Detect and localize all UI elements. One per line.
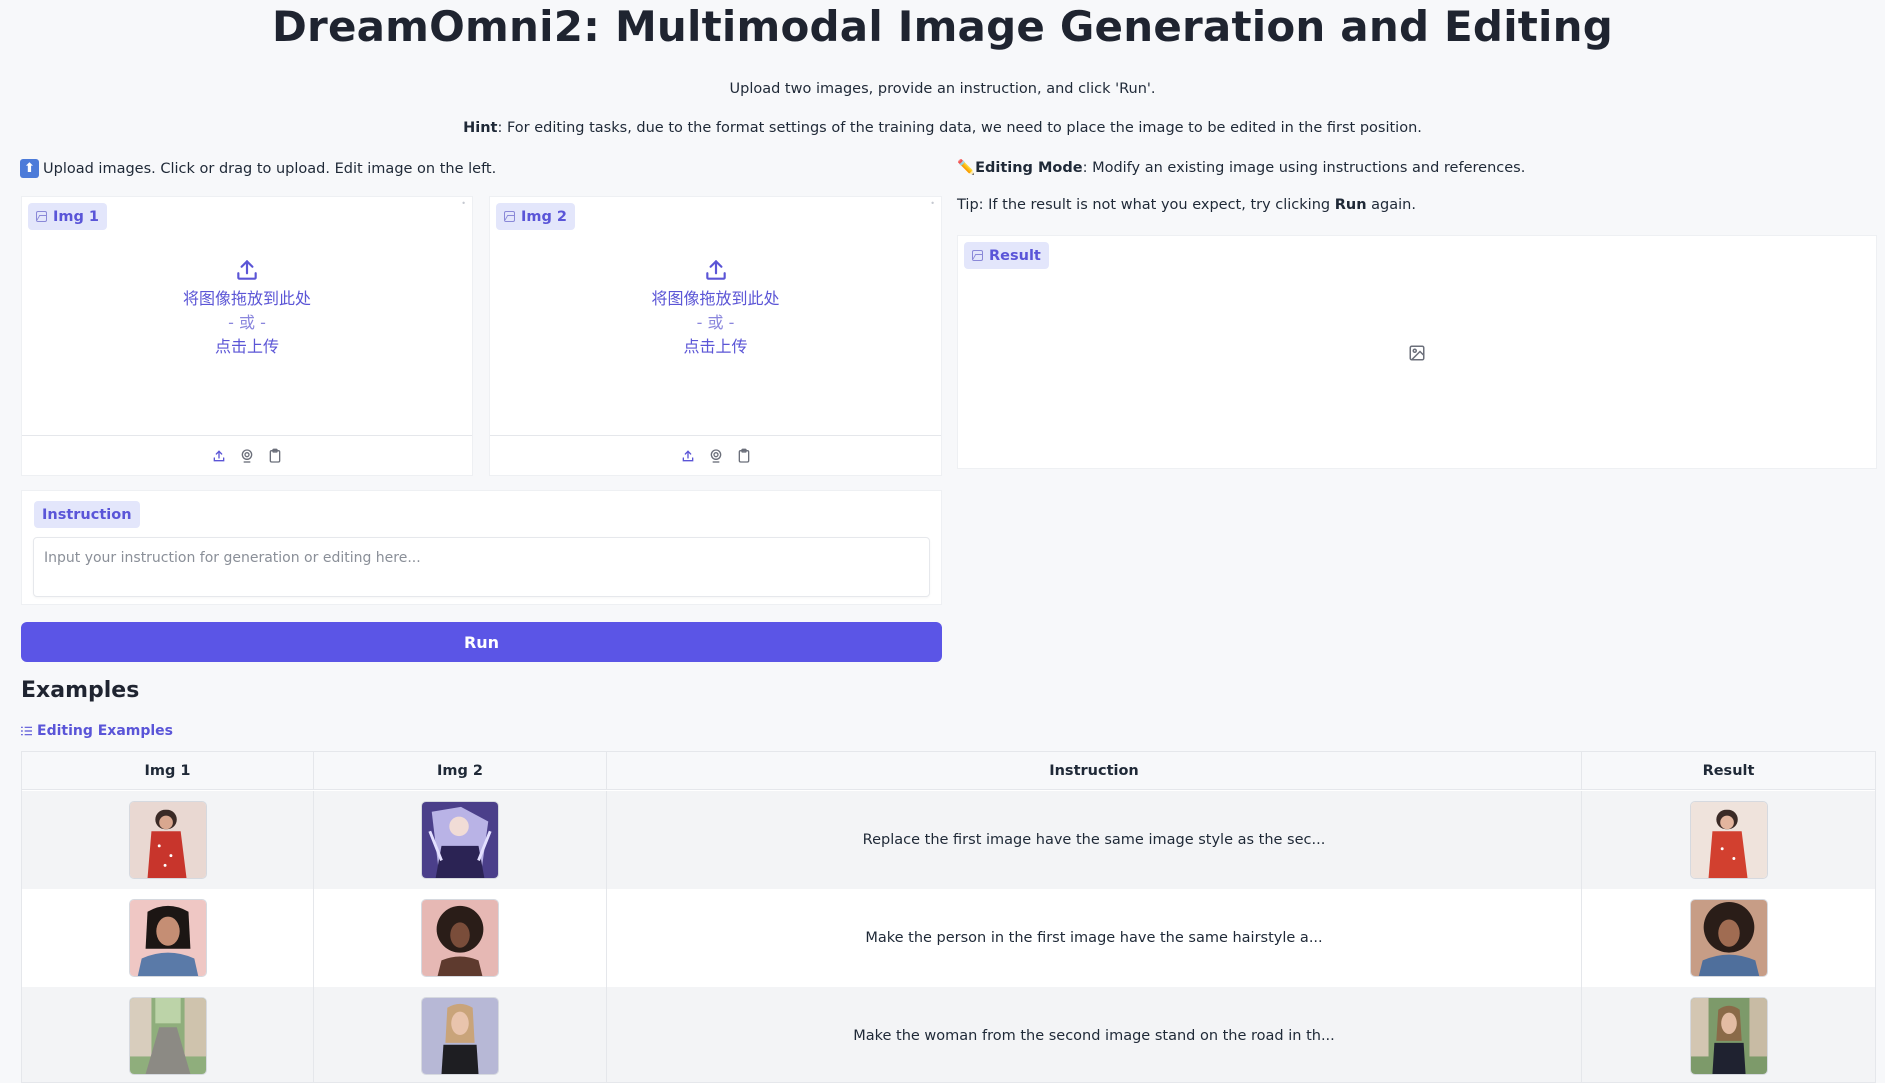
table-row[interactable]: Make the person in the first image have … [22, 889, 1875, 987]
header-img1: Img 1 [22, 752, 314, 789]
row-instruction: Replace the first image have the same im… [607, 791, 1582, 889]
instruction-input[interactable]: Input your instruction for generation or… [33, 537, 930, 597]
instruction-label: Instruction [42, 506, 132, 523]
cell-img2 [314, 791, 607, 889]
img1-upload-panel[interactable]: • Img 1 将图像拖放到此处 - 或 - 点击上传 [21, 196, 473, 476]
img2-click-text: 点击上传 [683, 337, 748, 356]
list-icon [21, 726, 32, 736]
header-img2: Img 2 [314, 752, 607, 789]
image-icon [36, 211, 47, 222]
cell-img2 [314, 889, 607, 987]
example-thumbnail [421, 997, 499, 1075]
example-thumbnail [128, 899, 207, 977]
img1-source-bar [22, 435, 472, 475]
upload-note: ⬆ Upload images. Click or drag to upload… [20, 159, 496, 178]
img2-upload-panel[interactable]: • Img 2 将图像拖放到此处 - 或 - 点击上传 [489, 196, 942, 476]
cell-img1 [22, 889, 314, 987]
webcam-icon[interactable] [239, 448, 255, 464]
result-panel: Result [957, 235, 1877, 469]
row-instruction: Make the woman from the second image sta… [607, 987, 1582, 1082]
page-title: DreamOmni2: Multimodal Image Generation … [271, 2, 1614, 51]
upload-icon[interactable] [211, 448, 227, 464]
img2-source-bar [490, 435, 941, 475]
upload-icon [705, 260, 726, 280]
editing-mode-label: Editing Mode [975, 160, 1083, 176]
hint-body: : For editing tasks, due to the format s… [497, 120, 1422, 136]
cell-img1 [22, 791, 314, 889]
examples-title: Examples [21, 678, 140, 703]
pencil-icon: ✏️ [957, 160, 976, 176]
example-thumbnail [1689, 997, 1768, 1075]
hint-text: Hint: For editing tasks, due to the form… [0, 120, 1885, 136]
image-icon [504, 211, 515, 222]
instruction-panel: Instruction Input your instruction for g… [21, 490, 942, 605]
img1-label: Img 1 [53, 208, 100, 225]
img1-drop-area[interactable]: 将图像拖放到此处 - 或 - 点击上传 [22, 257, 472, 359]
up-arrow-icon: ⬆ [20, 159, 39, 178]
run-button[interactable]: Run [21, 622, 942, 662]
img2-or-text: - 或 - [696, 313, 735, 332]
tip-prefix: Tip: If the result is not what you expec… [957, 197, 1335, 213]
example-thumbnail [128, 997, 207, 1075]
editing-mode-note: ✏️Editing Mode: Modify an existing image… [957, 159, 1525, 176]
table-header-row: Img 1 Img 2 Instruction Result [22, 752, 1875, 790]
page-subtitle: Upload two images, provide an instructio… [729, 81, 1156, 97]
cell-result [1582, 791, 1875, 889]
resize-dot: • [930, 199, 935, 208]
editing-examples-text: Editing Examples [37, 723, 174, 739]
clipboard-icon[interactable] [736, 448, 752, 464]
examples-table: Img 1 Img 2 Instruction Result Replace t… [21, 751, 1876, 1083]
row-instruction: Make the person in the first image have … [607, 889, 1582, 987]
img1-drop-text: 将图像拖放到此处 [182, 289, 311, 308]
resize-dot: • [461, 199, 466, 208]
example-thumbnail [421, 801, 499, 879]
instruction-label-chip: Instruction [34, 501, 140, 528]
tip-suffix: again. [1366, 197, 1416, 213]
cell-result [1582, 889, 1875, 987]
clipboard-icon[interactable] [267, 448, 283, 464]
img1-label-chip: Img 1 [28, 203, 108, 230]
upload-note-text: Upload images. Click or drag to upload. … [43, 160, 497, 177]
tip-note: Tip: If the result is not what you expec… [957, 197, 1416, 213]
header-instruction: Instruction [607, 752, 1582, 789]
upload-icon[interactable] [680, 448, 696, 464]
img2-drop-text: 将图像拖放到此处 [651, 289, 780, 308]
image-icon [972, 250, 983, 261]
header-result: Result [1702, 762, 1755, 779]
tip-run: Run [1334, 197, 1367, 213]
img1-or-text: - 或 - [228, 313, 266, 332]
img2-label: Img 2 [521, 208, 568, 225]
table-row[interactable]: Make the woman from the second image sta… [22, 987, 1875, 1082]
editing-examples-label: Editing Examples [21, 723, 173, 739]
webcam-icon[interactable] [708, 448, 724, 464]
hint-label: Hint [463, 120, 498, 136]
img2-drop-area[interactable]: 将图像拖放到此处 - 或 - 点击上传 [490, 257, 941, 359]
example-thumbnail [1689, 899, 1768, 977]
example-thumbnail [128, 801, 207, 879]
example-thumbnail [421, 899, 499, 977]
example-thumbnail [1689, 801, 1768, 879]
cell-img2 [314, 987, 607, 1082]
upload-icon [237, 260, 257, 280]
img1-click-text: 点击上传 [214, 337, 279, 356]
img2-label-chip: Img 2 [496, 203, 576, 230]
editing-mode-text: : Modify an existing image using instruc… [1082, 160, 1526, 176]
result-label-chip: Result [964, 242, 1049, 269]
table-row[interactable]: Replace the first image have the same im… [22, 791, 1875, 889]
cell-result [1582, 987, 1875, 1082]
result-label: Result [989, 247, 1041, 264]
cell-img1 [22, 987, 314, 1082]
image-icon [1409, 345, 1425, 361]
